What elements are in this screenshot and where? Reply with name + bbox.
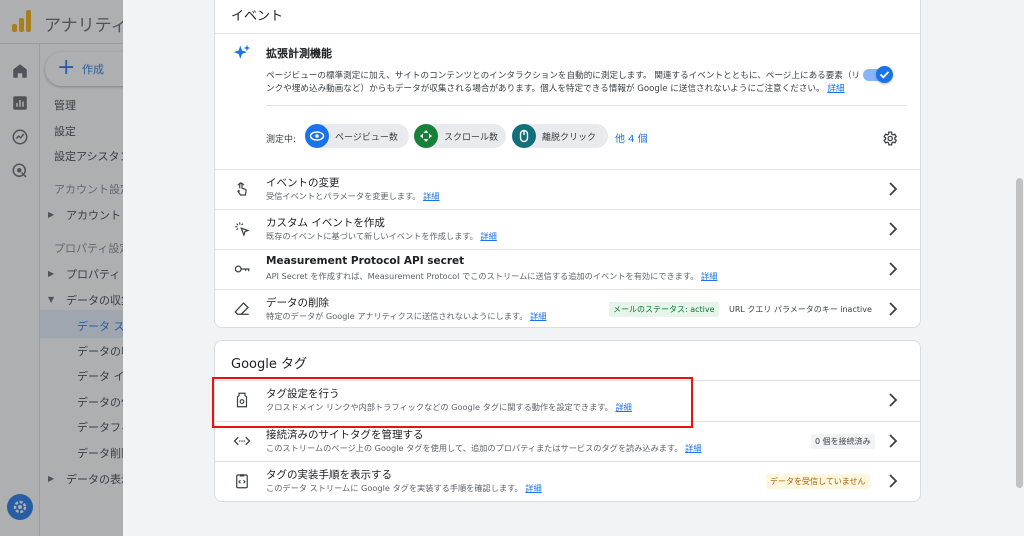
row-subtitle: このデータ ストリームに Google タグを実装する手順を確認します。 詳細 [266, 483, 542, 493]
learn-more-link[interactable]: 詳細 [525, 483, 541, 493]
not-receiving-data-badge: データを受信していません [766, 474, 870, 489]
divider [266, 105, 906, 106]
chevron-right-icon [889, 182, 898, 196]
chevron-right-icon [889, 474, 898, 488]
events-header: イベント [231, 9, 284, 24]
eraser-icon [234, 302, 249, 315]
row-title: Measurement Protocol API secret [266, 255, 465, 267]
touch-hand-icon [237, 182, 247, 196]
row-view-tag-instructions[interactable]: タグの実装手順を表示する このデータ ストリームに Google タグを実装する… [215, 461, 920, 501]
key-icon [234, 265, 250, 273]
row-modify-events[interactable]: イベントの変更 受信イベントとパラメータを変更します。 詳細 [215, 169, 920, 209]
url-param-status-badge: URL クエリ パラメータのキー inactive [725, 302, 876, 317]
learn-more-link[interactable]: 詳細 [423, 191, 439, 201]
chip-label: ページビュー数 [335, 133, 398, 143]
chip-page-views[interactable]: ページビュー数 [305, 124, 409, 148]
learn-more-link[interactable]: 詳細 [701, 271, 717, 281]
row-title: カスタム イベントを作成 [266, 217, 385, 229]
measuring-label: 測定中: [266, 135, 297, 145]
events-card: イベント 拡張計測機能 ページビューの標準測定に加え、サイトのコンテンツとのイン… [214, 0, 921, 328]
code-clipboard-icon [236, 474, 248, 489]
panel-scrollbar[interactable] [1016, 178, 1023, 488]
more-measurements-link[interactable]: 他 4 個 [615, 130, 648, 145]
chevron-right-icon [889, 393, 898, 407]
gear-icon[interactable] [881, 130, 898, 147]
enhanced-learn-more-link[interactable]: 詳細 [827, 84, 844, 94]
sparkle-icon [233, 44, 251, 59]
connected-count-badge: 0 個を接続済み [811, 434, 875, 449]
scroll-arrows-icon [414, 124, 438, 148]
row-subtitle: 特定のデータが Google アナリティクスに送信されないようにします。 詳細 [266, 311, 547, 321]
annotation-highlight-box [212, 377, 693, 428]
row-title: 接続済みのサイトタグを管理する [266, 429, 424, 441]
enhanced-measurement-toggle[interactable] [863, 66, 893, 83]
row-title: イベントの変更 [266, 177, 340, 189]
learn-more-link[interactable]: 詳細 [530, 311, 546, 321]
eye-icon [305, 124, 329, 148]
chip-outbound-clicks[interactable]: 離脱クリック [512, 124, 608, 148]
row-data-deletion[interactable]: データの削除 特定のデータが Google アナリティクスに送信されないようにし… [215, 289, 920, 327]
enhanced-measurement-description: ページビューの標準測定に加え、サイトのコンテンツとのインタラクションを自動的に測… [266, 70, 866, 96]
code-tag-icon [233, 436, 251, 446]
click-sparkle-icon [235, 222, 250, 237]
chevron-right-icon [889, 302, 898, 316]
email-status-badge: メールのステータス: active [609, 302, 719, 317]
row-subtitle: このストリームのページ上の Google タグを使用して、追加のプロパティまたは… [266, 443, 702, 453]
divider [215, 33, 920, 34]
enhanced-desc-text: ページビューの標準測定に加え、サイトのコンテンツとのインタラクションを自動的に測… [266, 71, 861, 94]
chip-label: スクロール数 [444, 133, 499, 143]
row-subtitle: 受信イベントとパラメータを変更します。 詳細 [266, 191, 440, 201]
google-tag-header: Google タグ [231, 357, 307, 372]
chevron-right-icon [889, 434, 898, 448]
row-subtitle: API Secret を作成すれば、Measurement Protocol で… [266, 271, 718, 281]
learn-more-link[interactable]: 詳細 [685, 443, 701, 453]
chip-label: 離脱クリック [542, 133, 597, 143]
mouse-icon [512, 124, 536, 148]
chevron-right-icon [889, 262, 898, 276]
row-create-custom-event[interactable]: カスタム イベントを作成 既存のイベントに基づいて新しいイベントを作成します。 … [215, 209, 920, 249]
chevron-right-icon [889, 222, 898, 236]
row-title: データの削除 [266, 297, 329, 309]
row-subtitle: 既存のイベントに基づいて新しいイベントを作成します。 詳細 [266, 231, 497, 241]
learn-more-link[interactable]: 詳細 [480, 231, 496, 241]
row-measurement-protocol[interactable]: Measurement Protocol API secret API Secr… [215, 249, 920, 289]
enhanced-measurement-title: 拡張計測機能 [266, 47, 332, 60]
row-title: タグの実装手順を表示する [266, 469, 392, 481]
chip-scrolls[interactable]: スクロール数 [414, 124, 506, 148]
